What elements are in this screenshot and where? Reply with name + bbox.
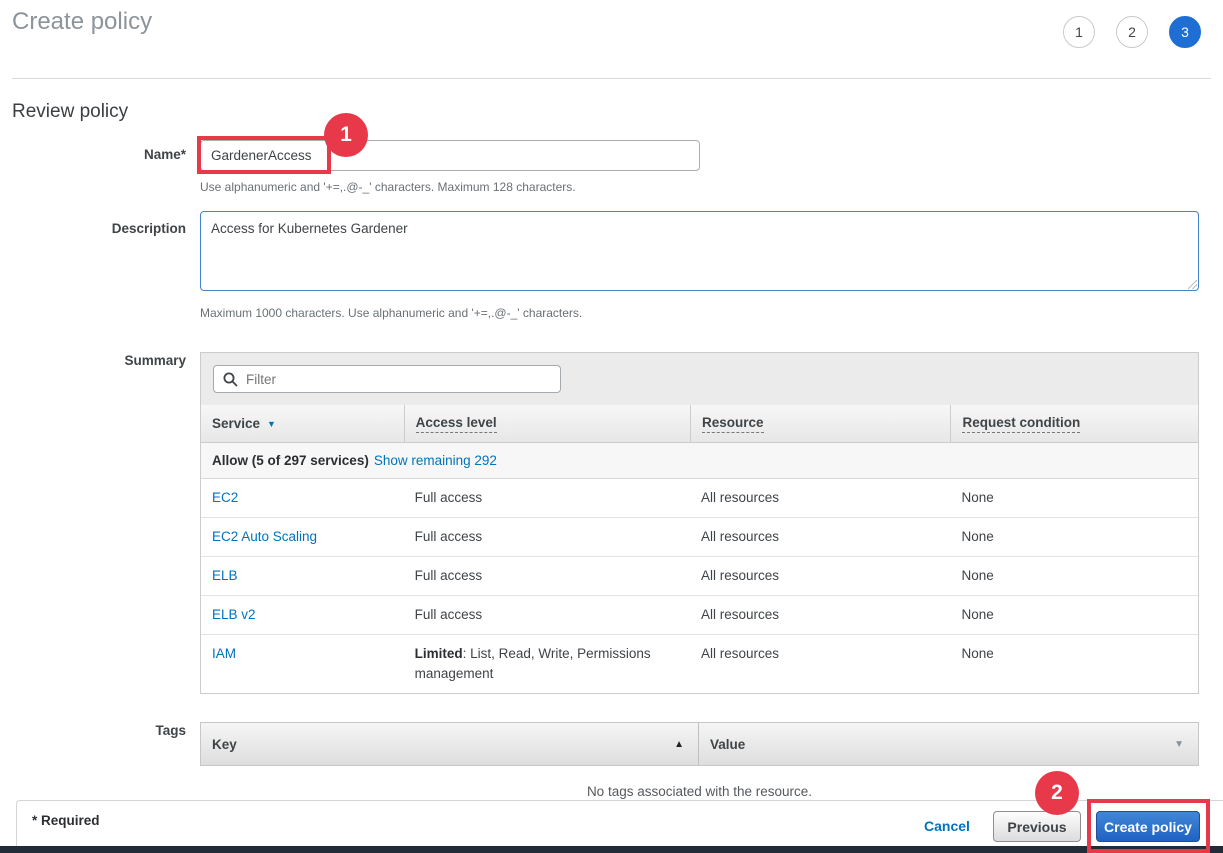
table-row: EC2 Full access All resources None [201, 479, 1198, 518]
summary-table: Service ▼ Access level Resource Request … [200, 352, 1199, 694]
resource-cell: All resources [690, 635, 950, 693]
access-level-cell: Full access [404, 518, 690, 556]
column-header-request-condition: Request condition [950, 405, 1198, 442]
table-row: ELB v2 Full access All resources None [201, 596, 1198, 635]
service-sort-icon[interactable]: ▼ [267, 419, 276, 429]
page-title: Create policy [12, 8, 152, 36]
tags-column-key[interactable]: Key ▲ [201, 723, 699, 765]
annotation-box-create-policy [1087, 799, 1210, 853]
request-condition-cell: None [951, 557, 1199, 595]
request-condition-cell: None [951, 518, 1199, 556]
review-policy-heading: Review policy [12, 101, 128, 123]
annotation-badge-1: 1 [324, 113, 368, 157]
column-header-access-level: Access level [404, 405, 690, 442]
allow-group-text: Allow (5 of 297 services) [212, 453, 369, 468]
access-level-cell: Full access [404, 479, 690, 517]
tags-label: Tags [0, 723, 186, 738]
value-dropdown-icon[interactable]: ▼ [1174, 739, 1184, 750]
key-sort-asc-icon[interactable]: ▲ [674, 739, 684, 750]
name-label: Name* [0, 147, 186, 162]
step-1-circle[interactable]: 1 [1063, 16, 1095, 48]
request-condition-cell: None [951, 479, 1199, 517]
service-link[interactable]: EC2 [212, 490, 238, 505]
tags-table-header: Key ▲ Value ▼ [200, 722, 1199, 766]
step-indicator: 1 2 3 [1063, 16, 1201, 48]
request-condition-cell: None [951, 635, 1199, 693]
annotation-badge-2: 2 [1035, 771, 1079, 815]
table-row: ELB Full access All resources None [201, 557, 1198, 596]
policy-description-textarea[interactable]: Access for Kubernetes Gardener [200, 211, 1199, 291]
header-divider [12, 78, 1211, 79]
filter-panel [201, 353, 1198, 405]
service-link[interactable]: ELB v2 [212, 607, 256, 622]
tags-column-value[interactable]: Value ▼ [699, 723, 1198, 765]
step-2-circle[interactable]: 2 [1116, 16, 1148, 48]
show-remaining-link[interactable]: Show remaining 292 [374, 453, 497, 468]
previous-button[interactable]: Previous [993, 811, 1081, 842]
table-row: IAM Limited: List, Read, Write, Permissi… [201, 635, 1198, 693]
resource-cell: All resources [690, 518, 950, 556]
summary-table-header: Service ▼ Access level Resource Request … [201, 405, 1198, 443]
search-icon [223, 372, 238, 387]
console-bottom-bar [0, 846, 1223, 853]
cancel-button[interactable]: Cancel [924, 818, 970, 834]
request-condition-cell: None [951, 596, 1199, 634]
description-label: Description [0, 221, 186, 236]
description-help-text: Maximum 1000 characters. Use alphanumeri… [200, 306, 582, 320]
column-header-service[interactable]: Service ▼ [201, 405, 404, 442]
summary-label: Summary [0, 353, 186, 368]
annotation-box-name [197, 136, 331, 174]
resource-cell: All resources [690, 557, 950, 595]
resource-cell: All resources [690, 596, 950, 634]
service-link[interactable]: ELB [212, 568, 238, 583]
access-level-cell: Full access [404, 557, 690, 595]
table-row: EC2 Auto Scaling Full access All resourc… [201, 518, 1198, 557]
required-note: * Required [32, 813, 100, 828]
service-link[interactable]: EC2 Auto Scaling [212, 529, 317, 544]
resource-cell: All resources [690, 479, 950, 517]
access-level-cell: Full access [404, 596, 690, 634]
column-header-resource: Resource [690, 405, 950, 442]
access-level-cell: Limited: List, Read, Write, Permissions … [404, 635, 690, 693]
summary-filter-input[interactable] [213, 365, 561, 393]
name-help-text: Use alphanumeric and '+=,.@-_' character… [200, 180, 576, 194]
resize-handle-icon[interactable] [1188, 280, 1197, 289]
service-link[interactable]: IAM [212, 646, 236, 661]
allow-group-row: Allow (5 of 297 services) Show remaining… [201, 443, 1198, 479]
step-3-circle[interactable]: 3 [1169, 16, 1201, 48]
